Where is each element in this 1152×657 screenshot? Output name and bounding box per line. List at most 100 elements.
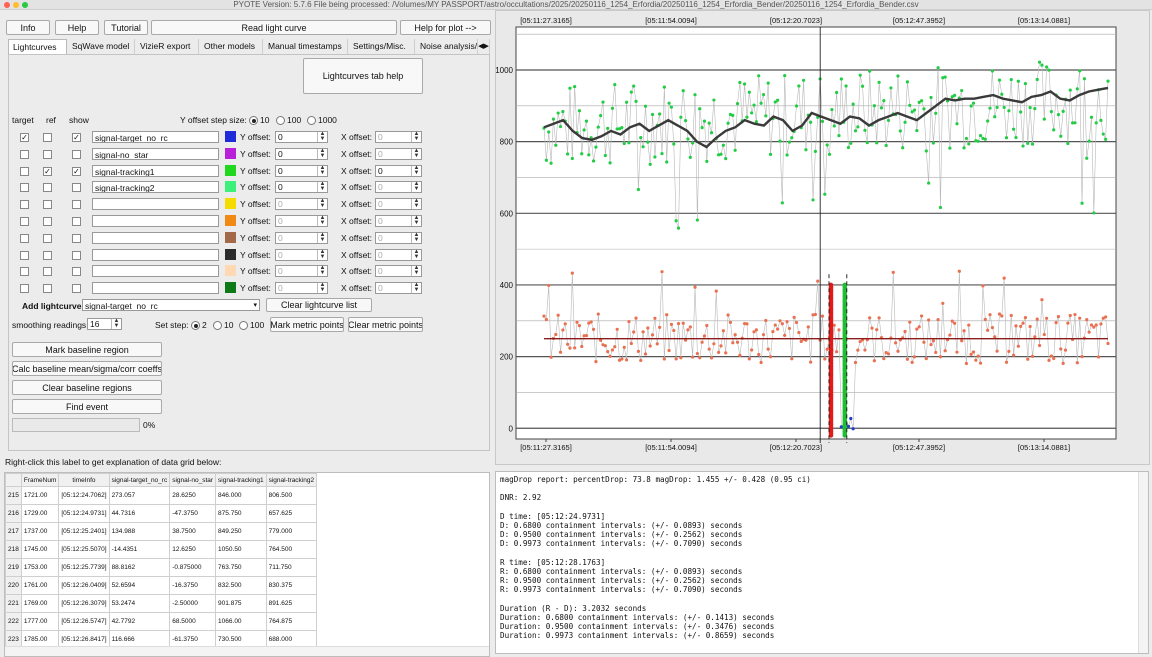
lightcurve-color-swatch[interactable] bbox=[225, 148, 236, 159]
spin-arrows-icon[interactable]: ▲ ▼ bbox=[317, 215, 327, 226]
ref-checkbox[interactable] bbox=[43, 183, 52, 192]
target-checkbox[interactable] bbox=[20, 150, 29, 159]
smoothing-readings-spinbox[interactable]: 16 ▲ ▼ bbox=[87, 318, 122, 330]
show-checkbox[interactable] bbox=[72, 234, 81, 243]
target-checkbox[interactable] bbox=[20, 200, 29, 209]
add-lightcurve-select[interactable]: signal-target_no_rc ▾ bbox=[82, 299, 260, 311]
grid-cell[interactable]: 42.7792 bbox=[108, 612, 171, 631]
target-checkbox[interactable] bbox=[20, 267, 29, 276]
grid-column-header[interactable]: signal-no_star bbox=[169, 473, 217, 487]
spin-arrows-icon[interactable]: ▲ ▼ bbox=[317, 249, 327, 260]
y-offset-spinbox[interactable]: 0 ▲ ▼ bbox=[275, 249, 328, 261]
table-row[interactable]: 221 1769.00 [05:12:26.3079] 53.2474 -2.50000… bbox=[5, 594, 318, 613]
spin-arrows-icon[interactable]: ▲ ▼ bbox=[317, 181, 327, 192]
x-offset-spinbox[interactable]: 0 ▲ ▼ bbox=[375, 215, 422, 227]
grid-cell[interactable]: 763.750 bbox=[215, 558, 267, 577]
grid-cell[interactable]: 832.500 bbox=[215, 576, 267, 595]
lightcurve-name-field[interactable]: signal-target_no_rc bbox=[92, 131, 219, 143]
grid-cell[interactable]: 1769.00 bbox=[20, 594, 60, 613]
show-checkbox[interactable] bbox=[72, 284, 81, 293]
y-offset-spinbox[interactable]: 0 ▲ ▼ bbox=[275, 148, 328, 160]
grid-cell[interactable]: 764.875 bbox=[265, 612, 318, 631]
clear-lightcurve-list-button[interactable]: Clear lightcurve list bbox=[266, 298, 372, 312]
grid-cell[interactable]: [05:12:25.7739] bbox=[58, 558, 110, 577]
grid-cell[interactable]: 779.000 bbox=[265, 522, 318, 541]
tab-noise-analysis[interactable]: Noise analysis/ bbox=[416, 39, 478, 54]
ref-checkbox[interactable] bbox=[43, 133, 52, 142]
grid-cell[interactable]: 1777.00 bbox=[20, 612, 60, 631]
help-for-plot-button[interactable]: Help for plot --> bbox=[400, 20, 491, 35]
grid-cell[interactable]: [05:12:26.3079] bbox=[58, 594, 110, 613]
grid-cell[interactable]: 52.6594 bbox=[108, 576, 171, 595]
target-checkbox[interactable] bbox=[20, 217, 29, 226]
report-output[interactable]: magDrop report: percentDrop: 73.8 magDro… bbox=[495, 471, 1149, 654]
spin-arrows-icon[interactable]: ▲ ▼ bbox=[411, 232, 421, 243]
grid-cell[interactable]: 806.500 bbox=[265, 486, 318, 505]
x-offset-spinbox[interactable]: 0 ▲ ▼ bbox=[375, 165, 422, 177]
spin-arrows-icon[interactable]: ▲ ▼ bbox=[411, 148, 421, 159]
grid-cell[interactable]: 1753.00 bbox=[20, 558, 60, 577]
spin-arrows-icon[interactable]: ▲ ▼ bbox=[411, 198, 421, 209]
grid-cell[interactable]: 68.5000 bbox=[169, 612, 217, 631]
spin-arrows-icon[interactable]: ▲ ▼ bbox=[317, 198, 327, 209]
table-row[interactable]: 216 1729.00 [05:12:24.9731] 44.7316 -47.3750… bbox=[5, 504, 318, 523]
grid-cell[interactable]: 849.250 bbox=[215, 522, 267, 541]
grid-cell[interactable]: 12.6250 bbox=[169, 540, 217, 559]
spin-arrows-icon[interactable]: ▲ ▼ bbox=[317, 265, 327, 276]
grid-cell[interactable]: 830.375 bbox=[265, 576, 318, 595]
y-offset-spinbox[interactable]: 0 ▲ ▼ bbox=[275, 232, 328, 244]
plot-area[interactable]: 0 200 400 600 800 1000 [05:11:27.3165] [05:11:2… bbox=[495, 10, 1150, 465]
lightcurve-color-swatch[interactable] bbox=[225, 181, 236, 192]
lightcurve-name-field[interactable] bbox=[92, 215, 219, 227]
ref-checkbox[interactable] bbox=[43, 267, 52, 276]
help-button[interactable]: Help bbox=[55, 20, 99, 35]
spin-arrows-icon[interactable]: ▲ ▼ bbox=[411, 282, 421, 293]
y-offset-spinbox[interactable]: 0 ▲ ▼ bbox=[275, 131, 328, 143]
y-offset-spinbox[interactable]: 0 ▲ ▼ bbox=[275, 265, 328, 277]
ref-checkbox[interactable] bbox=[43, 217, 52, 226]
lightcurve-color-swatch[interactable] bbox=[225, 265, 236, 276]
grid-cell[interactable]: 88.8162 bbox=[108, 558, 171, 577]
spin-arrows-icon[interactable]: ▲ ▼ bbox=[111, 318, 121, 329]
grid-cell[interactable]: 38.7500 bbox=[169, 522, 217, 541]
y-offset-spinbox[interactable]: 0 ▲ ▼ bbox=[275, 282, 328, 294]
lightcurves-tab-help-button[interactable]: Lightcurves tab help bbox=[303, 58, 423, 94]
find-event-button[interactable]: Find event bbox=[12, 399, 162, 414]
grid-cell[interactable]: [05:12:26.0409] bbox=[58, 576, 110, 595]
show-checkbox[interactable] bbox=[72, 217, 81, 226]
target-checkbox[interactable] bbox=[20, 167, 29, 176]
zoom-window-icon[interactable] bbox=[22, 2, 28, 8]
y-offset-spinbox[interactable]: 0 ▲ ▼ bbox=[275, 181, 328, 193]
row-header[interactable]: 217 bbox=[5, 522, 22, 541]
show-checkbox[interactable] bbox=[72, 183, 81, 192]
x-offset-spinbox[interactable]: 0 ▲ ▼ bbox=[375, 198, 422, 210]
y-offset-spinbox[interactable]: 0 ▲ ▼ bbox=[275, 215, 328, 227]
table-row[interactable]: 220 1761.00 [05:12:26.0409] 52.6594 -16.3750… bbox=[5, 576, 318, 595]
grid-cell[interactable]: -14.4351 bbox=[108, 540, 171, 559]
x-offset-spinbox[interactable]: 0 ▲ ▼ bbox=[375, 232, 422, 244]
row-header[interactable]: 219 bbox=[5, 558, 22, 577]
x-offset-spinbox[interactable]: 0 ▲ ▼ bbox=[375, 181, 422, 193]
ref-checkbox[interactable] bbox=[43, 284, 52, 293]
target-checkbox[interactable] bbox=[20, 183, 29, 192]
target-checkbox[interactable] bbox=[20, 234, 29, 243]
grid-cell[interactable]: 1745.00 bbox=[20, 540, 60, 559]
mark-baseline-region-button[interactable]: Mark baseline region bbox=[12, 342, 162, 357]
x-offset-spinbox[interactable]: 0 ▲ ▼ bbox=[375, 148, 422, 160]
x-offset-spinbox[interactable]: 0 ▲ ▼ bbox=[375, 282, 422, 294]
row-header[interactable]: 220 bbox=[5, 576, 22, 595]
grid-column-header[interactable]: signal-target_no_rc bbox=[108, 473, 171, 487]
lightcurve-name-field[interactable] bbox=[92, 249, 219, 261]
calc-baseline-button[interactable]: Calc baseline mean/sigma/corr coeffs bbox=[12, 361, 162, 376]
clear-baseline-regions-button[interactable]: Clear baseline regions bbox=[12, 380, 162, 395]
target-checkbox[interactable]: ✓ bbox=[20, 133, 29, 142]
grid-cell[interactable]: 134.988 bbox=[108, 522, 171, 541]
lightcurve-name-field[interactable] bbox=[92, 282, 219, 294]
ref-checkbox[interactable] bbox=[43, 150, 52, 159]
tutorial-button[interactable]: Tutorial bbox=[104, 20, 148, 35]
data-grid-scrollbar[interactable] bbox=[5, 646, 489, 656]
read-light-curve-button[interactable]: Read light curve bbox=[151, 20, 397, 35]
show-checkbox[interactable]: ✓ bbox=[72, 167, 81, 176]
grid-cell[interactable]: [05:12:24.7062] bbox=[58, 486, 110, 505]
spin-arrows-icon[interactable]: ▲ ▼ bbox=[411, 215, 421, 226]
